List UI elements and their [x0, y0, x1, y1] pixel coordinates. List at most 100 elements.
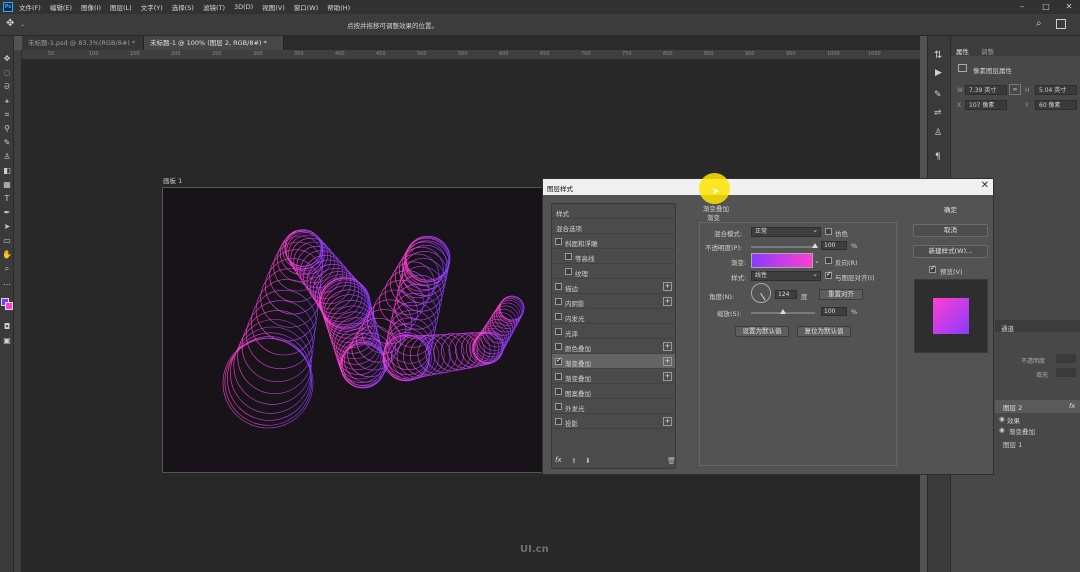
artboard[interactable] — [162, 187, 544, 473]
menu-window[interactable]: 窗口(W) — [294, 2, 319, 12]
style-item[interactable]: 外发光 — [552, 399, 675, 414]
add-style-icon[interactable]: + — [663, 297, 672, 306]
eyedropper-icon[interactable]: ⚲ — [2, 124, 12, 134]
style-checkbox[interactable] — [555, 403, 562, 410]
gradient-icon[interactable]: ▦ — [2, 180, 12, 190]
style-item[interactable]: 渐变叠加 + — [552, 354, 675, 369]
style-checkbox[interactable] — [565, 268, 572, 275]
move-tool-icon[interactable]: ✥ — [6, 18, 14, 29]
tab-properties[interactable]: 属性 — [956, 46, 969, 56]
menu-file[interactable]: 文件(F) — [19, 2, 41, 12]
reset-default-button[interactable]: 复位为默认值 — [797, 326, 851, 337]
scale-slider-knob[interactable] — [780, 309, 786, 314]
lasso-icon[interactable]: ᘐ — [2, 82, 12, 92]
style-item[interactable]: 投影 + — [552, 414, 675, 429]
fx-badge[interactable]: fx — [1069, 402, 1075, 410]
add-style-icon[interactable]: + — [663, 342, 672, 351]
close-icon[interactable]: ✕ — [981, 180, 989, 191]
new-style-button[interactable]: 新建样式(W)... — [913, 245, 988, 258]
menu-type[interactable]: 文字(Y) — [141, 2, 163, 12]
layer-1-name[interactable]: 图层 1 — [1003, 439, 1022, 449]
layer-name[interactable]: 图层 2 — [1003, 402, 1022, 412]
search-icon[interactable]: ⌕ — [1036, 18, 1042, 29]
path-select-icon[interactable]: ➤ — [2, 222, 12, 232]
style-item[interactable]: 等高线 — [552, 249, 675, 264]
history-icon[interactable]: ⇅ — [934, 50, 942, 61]
style-item[interactable]: 纹理 — [552, 264, 675, 279]
scale-input[interactable]: 100 — [821, 307, 847, 316]
screen-mode-icon[interactable]: ▣ — [2, 336, 12, 346]
adjust-icon[interactable]: ⇌ — [934, 108, 942, 118]
effect-eye-icon[interactable]: ◉ — [999, 426, 1005, 434]
brush-icon[interactable]: ✎ — [2, 138, 12, 148]
quick-mask-icon[interactable]: ◘ — [2, 322, 12, 332]
add-style-icon[interactable]: + — [663, 357, 672, 366]
menu-filter[interactable]: 滤镜(T) — [203, 2, 225, 12]
menu-edit[interactable]: 编辑(E) — [50, 2, 72, 12]
style-item[interactable]: 斜面和浮雕 — [552, 234, 675, 249]
style-item[interactable]: 颜色叠加 + — [552, 339, 675, 354]
cancel-button[interactable]: 取消 — [913, 224, 988, 237]
tab-channels[interactable]: 通道 — [1001, 323, 1014, 333]
menu-layer[interactable]: 图层(L) — [110, 2, 132, 12]
menu-view[interactable]: 视图(V) — [262, 2, 285, 12]
style-item[interactable]: 内发光 — [552, 309, 675, 324]
move-down-icon[interactable]: ⬇ — [585, 457, 591, 465]
maximize-icon[interactable]: □ — [1040, 1, 1052, 13]
minimize-icon[interactable]: – — [1016, 1, 1028, 13]
opacity-slider-knob[interactable] — [812, 243, 818, 248]
style-checkbox[interactable] — [555, 373, 562, 380]
effects-eye-icon[interactable]: ◉ — [999, 415, 1005, 423]
style-checkbox[interactable] — [555, 283, 562, 290]
ok-button[interactable]: 确定 — [913, 205, 988, 218]
hand-icon[interactable]: ✋ — [2, 250, 12, 260]
opacity-input[interactable]: 100 — [821, 241, 847, 250]
add-style-icon[interactable]: + — [663, 282, 672, 291]
background-color-swatch[interactable] — [5, 302, 13, 310]
style-item[interactable]: 样式 — [552, 204, 675, 219]
artboard-label[interactable]: 画板 1 — [163, 175, 182, 185]
crop-icon[interactable]: ⌗ — [2, 110, 12, 120]
style-item[interactable]: 渐变叠加 + — [552, 369, 675, 384]
add-style-icon[interactable]: + — [663, 417, 672, 426]
reset-align-button[interactable]: 重置对齐 — [819, 289, 863, 300]
paragraph-icon[interactable]: ¶ — [935, 152, 941, 162]
style-item[interactable]: 混合选项 — [552, 219, 675, 234]
style-checkbox[interactable] — [555, 356, 562, 365]
menu-help[interactable]: 帮助(H) — [327, 2, 350, 12]
gradient-picker[interactable] — [751, 253, 813, 268]
style-select[interactable]: 线性 — [751, 270, 821, 281]
close-window-icon[interactable]: ✕ — [1063, 1, 1075, 13]
preview-checkbox[interactable] — [929, 264, 936, 273]
tab-document-2[interactable]: 未标题-1 @ 100% (图层 2, RGB/8#) * — [144, 36, 284, 50]
set-default-button[interactable]: 设置为默认值 — [735, 326, 789, 337]
x-field[interactable]: 107 像素 — [965, 100, 1007, 110]
align-layer-checkbox[interactable] — [825, 270, 832, 279]
fill-field[interactable] — [1056, 368, 1076, 377]
scale-slider[interactable] — [751, 309, 815, 314]
style-item[interactable]: 内阴影 + — [552, 294, 675, 309]
stamp-icon[interactable]: ♙ — [2, 152, 12, 162]
style-checkbox[interactable] — [565, 253, 572, 260]
style-item[interactable]: 描边 + — [552, 279, 675, 294]
style-checkbox[interactable] — [555, 313, 562, 320]
height-field[interactable]: 5.04 英寸 — [1035, 85, 1077, 95]
opacity-slider[interactable] — [751, 243, 818, 248]
menu-3d[interactable]: 3D(D) — [234, 3, 253, 11]
stamp-source-icon[interactable]: ♙ — [934, 128, 942, 138]
type-icon[interactable]: T — [2, 194, 12, 204]
more-tools-icon[interactable]: … — [2, 278, 12, 288]
trash-icon[interactable]: 🗑 — [667, 457, 676, 465]
chevron-down-icon[interactable]: ⌄ — [814, 257, 820, 265]
y-field[interactable]: 60 像素 — [1035, 100, 1077, 110]
chevron-down-icon[interactable]: ⌄ — [20, 21, 25, 28]
brush-settings-icon[interactable]: ✎ — [934, 90, 942, 100]
rectangle-icon[interactable]: ▭ — [2, 236, 12, 246]
link-icon[interactable]: ∞ — [1009, 84, 1021, 95]
menu-select[interactable]: 选择(S) — [172, 2, 194, 12]
pen-icon[interactable]: ✒ — [2, 208, 12, 218]
dialog-titlebar[interactable]: 图层样式 ✕ — [543, 179, 993, 195]
style-item[interactable]: 光泽 — [552, 324, 675, 339]
eraser-icon[interactable]: ◧ — [2, 166, 12, 176]
marquee-icon[interactable]: ◌ — [2, 68, 12, 78]
